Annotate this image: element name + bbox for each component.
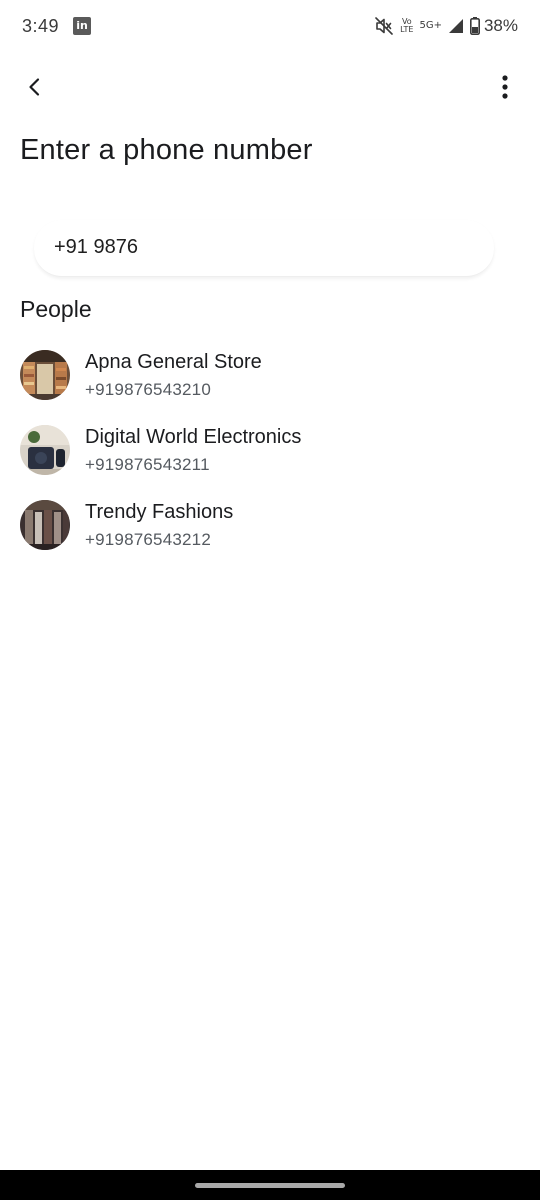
contact-item[interactable]: Apna General Store +919876543210: [0, 340, 540, 415]
contact-item[interactable]: Trendy Fashions +919876543212: [0, 490, 540, 565]
back-arrow-icon: [29, 78, 40, 96]
status-bar: 3:49 in Vo LTE 5G+ 38%: [0, 0, 540, 52]
electronics-photo-avatar: [20, 425, 70, 475]
more-options-button[interactable]: [488, 70, 522, 104]
status-icons: Vo LTE 5G+ 38%: [374, 14, 518, 38]
navigation-bar: [0, 1170, 540, 1200]
volte-bottom-label: LTE: [400, 25, 414, 34]
linkedin-notification-icon: in: [73, 17, 91, 35]
network-type-label: 5G+: [419, 20, 442, 31]
volte-indicator: Vo LTE: [400, 18, 413, 34]
page-title: Enter a phone number: [20, 134, 313, 166]
contact-number: +919876543211: [85, 455, 210, 474]
contact-list: Apna General Store +919876543210 Digital…: [0, 340, 540, 565]
home-indicator[interactable]: [195, 1183, 345, 1188]
status-time: 3:49: [22, 16, 60, 36]
mute-icon: [374, 16, 394, 36]
contact-number: +919876543210: [85, 380, 211, 399]
contact-number: +919876543212: [85, 530, 211, 549]
signal-icon: [448, 18, 464, 34]
battery-icon: [469, 17, 480, 35]
contact-name: Digital World Electronics: [85, 426, 302, 448]
contact-item[interactable]: Digital World Electronics +919876543211: [0, 415, 540, 490]
more-vertical-icon: [502, 75, 508, 99]
phone-input-container[interactable]: [34, 220, 494, 277]
back-button[interactable]: [18, 70, 52, 104]
battery-percentage: 38%: [483, 16, 518, 35]
store-photo-avatar: [20, 350, 70, 400]
contact-name: Apna General Store: [85, 351, 262, 373]
contact-name: Trendy Fashions: [85, 501, 234, 523]
phone-number-input[interactable]: [54, 220, 474, 274]
fashion-photo-avatar: [20, 500, 70, 550]
people-section-title: People: [20, 296, 92, 322]
